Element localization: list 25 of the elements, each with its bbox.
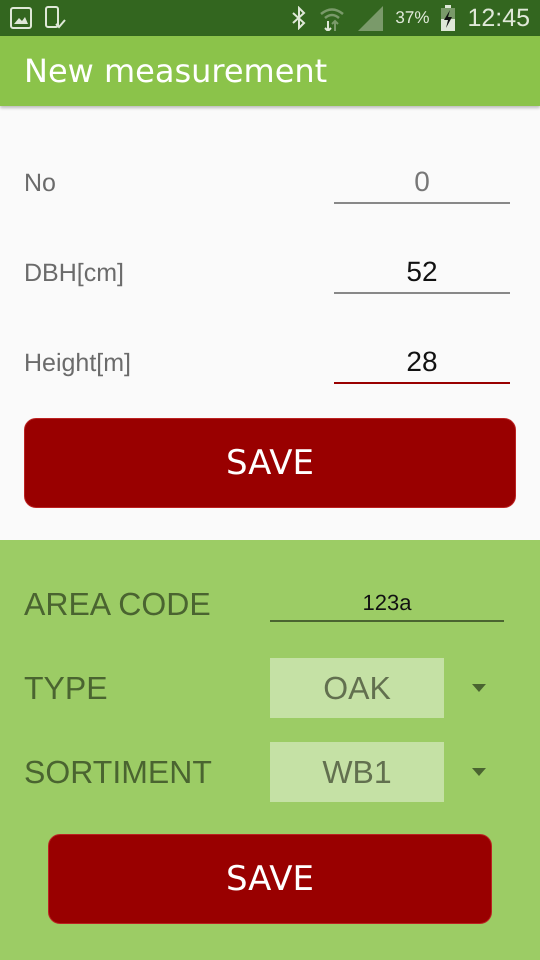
dropdown[interactable]: WB1 [270, 742, 444, 802]
battery-percent: 37% [395, 8, 430, 28]
input-field[interactable]: 0 [334, 162, 510, 204]
bluetooth-icon [291, 6, 308, 30]
dropdown[interactable]: OAK [270, 658, 444, 718]
clock: 12:45 [467, 4, 530, 32]
wifi-icon [319, 5, 346, 31]
field-label: TYPE [24, 670, 109, 706]
field-label: AREA CODE [24, 586, 212, 622]
field-label: No [24, 168, 56, 198]
input-field[interactable]: 123a [270, 586, 504, 622]
caret-icon[interactable] [472, 768, 486, 776]
picture-icon [10, 7, 32, 29]
field-label: DBH[cm] [24, 258, 124, 288]
device-check-icon [44, 6, 66, 30]
input-field[interactable]: 28 [334, 342, 510, 384]
field-label: SORTIMENT [24, 754, 213, 790]
save-button[interactable]: SAVE [48, 834, 492, 924]
screen-title: New measurement [24, 52, 328, 90]
caret-icon[interactable] [472, 684, 486, 692]
battery-charging-icon [441, 5, 456, 31]
input-field[interactable]: 52 [334, 252, 510, 294]
field-label: Height[m] [24, 348, 131, 378]
signal-icon [357, 5, 384, 31]
save-button[interactable]: SAVE [24, 418, 516, 508]
